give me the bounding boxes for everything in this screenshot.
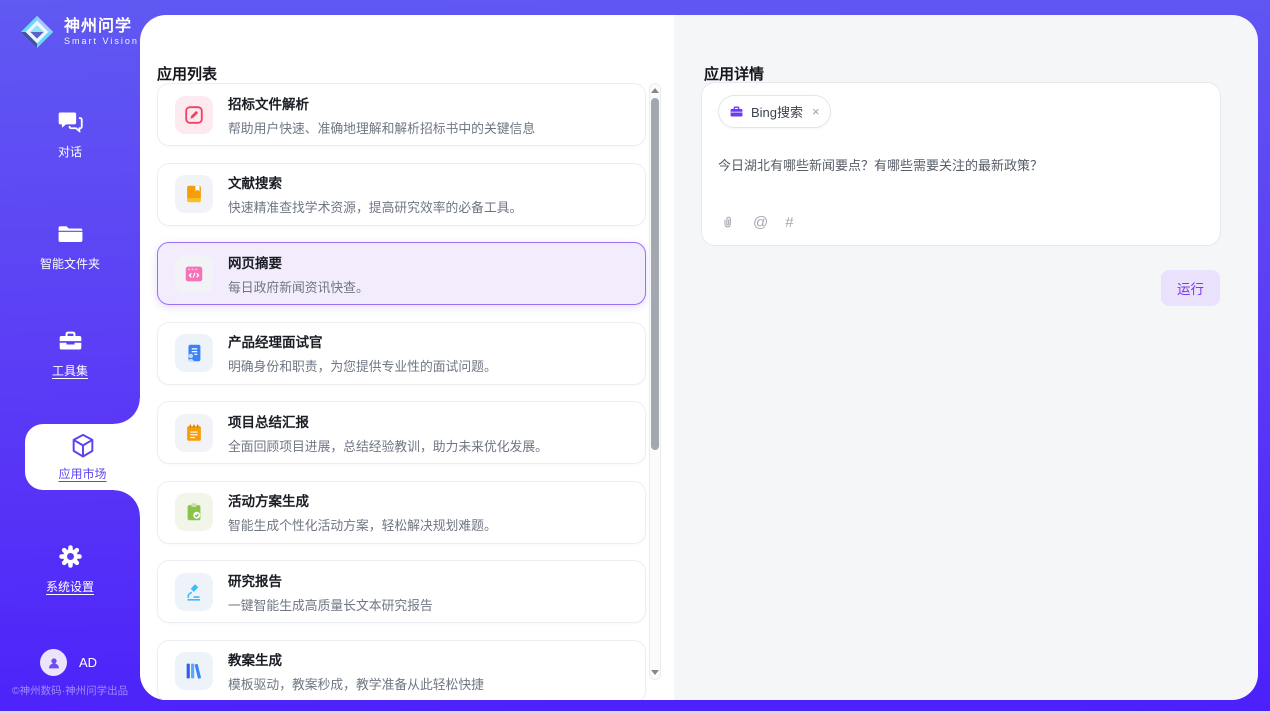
sidebar-item-chat[interactable]: 对话 (0, 108, 140, 160)
brand-logo: 神州问学 Smart Vision (18, 13, 139, 51)
brand-name: 神州问学 (64, 18, 139, 36)
composer-toolbar: @ # (720, 214, 794, 231)
app-card-literature-search[interactable]: 文献搜索 快速精准查找学术资源，提高研究效率的必备工具。 (157, 163, 646, 226)
sidebar-item-label: 工具集 (52, 362, 88, 379)
brand-subtitle: Smart Vision (64, 36, 139, 46)
app-card-desc: 快速精准查找学术资源，提高研究效率的必备工具。 (228, 197, 522, 216)
notepad-icon (175, 414, 213, 452)
app-card-research-report[interactable]: 研究报告 一键智能生成高质量长文本研究报告 (157, 560, 646, 623)
app-card-name: 教案生成 (228, 649, 484, 669)
chip-close-icon[interactable]: × (812, 105, 820, 118)
app-card-bid-analysis[interactable]: 招标文件解析 帮助用户快速、准确地理解和解析招标书中的关键信息 (157, 83, 646, 146)
person-icon (46, 655, 62, 671)
app-card-project-summary[interactable]: 项目总结汇报 全面回顾项目进展，总结经验教训，助力未来优化发展。 (157, 401, 646, 464)
sidebar-item-toolset[interactable]: 工具集 (0, 327, 140, 379)
microscope-icon (175, 573, 213, 611)
resume-icon (175, 334, 213, 372)
chat-icon (57, 108, 84, 135)
sidebar-item-label: 对话 (58, 143, 82, 160)
app-detail-body: Bing搜索 × 今日湖北有哪些新闻要点？有哪些需要关注的最新政策？ @ # 运… (701, 82, 1221, 306)
sidebar-item-label: 智能文件夹 (40, 255, 100, 272)
cube-icon (69, 432, 97, 460)
app-card-name: 研究报告 (228, 570, 433, 590)
scroll-up-icon[interactable] (651, 88, 659, 93)
copyright-text: ©神州数码·神州问学出品 (0, 683, 140, 698)
scroll-down-icon[interactable] (651, 670, 659, 675)
avatar (40, 649, 67, 676)
app-card-pm-interviewer[interactable]: 产品经理面试官 明确身份和职责，为您提供专业性的面试问题。 (157, 322, 646, 385)
app-card-name: 文献搜索 (228, 172, 522, 192)
tool-chip-label: Bing搜索 (751, 102, 803, 121)
user-initials: AD (79, 655, 97, 670)
app-card-desc: 每日政府新闻资讯快查。 (228, 277, 369, 296)
gear-icon (57, 543, 84, 570)
app-card-name: 招标文件解析 (228, 93, 535, 113)
user-account[interactable]: AD (40, 649, 97, 676)
app-card-web-summary[interactable]: 网页摘要 每日政府新闻资讯快查。 (157, 242, 646, 305)
doc-edit-icon (175, 96, 213, 134)
sidebar-item-smart-folder[interactable]: 智能文件夹 (0, 220, 140, 272)
app-card-event-plan[interactable]: 活动方案生成 智能生成个性化活动方案，轻松解决规划难题。 (157, 481, 646, 544)
app-list-title: 应用列表 (157, 63, 217, 84)
app-card-desc: 明确身份和职责，为您提供专业性的面试问题。 (228, 356, 497, 375)
sidebar-item-label: 应用市场 (58, 465, 106, 482)
app-card-desc: 模板驱动，教案秒成，教学准备从此轻松快捷 (228, 674, 484, 693)
app-card-desc: 一键智能生成高质量长文本研究报告 (228, 595, 433, 614)
scrollbar[interactable] (649, 83, 661, 680)
book-icon (175, 175, 213, 213)
briefcase-icon (729, 104, 744, 119)
books-icon (175, 652, 213, 690)
tool-chip-bing[interactable]: Bing搜索 × (718, 95, 831, 128)
brand-logo-icon (18, 13, 56, 51)
app-list-panel: 应用列表 招标文件解析 帮助用户快速、准确地理解和解析招标书中的关键信息 (140, 15, 674, 700)
app-card-name: 项目总结汇报 (228, 411, 548, 431)
sidebar-item-label: 系统设置 (46, 578, 94, 595)
app-card-name: 产品经理面试官 (228, 331, 497, 351)
hash-icon[interactable]: # (785, 215, 793, 230)
app-card-list: 招标文件解析 帮助用户快速、准确地理解和解析招标书中的关键信息 文献搜索 (157, 83, 646, 700)
app-card-desc: 智能生成个性化活动方案，轻松解决规划难题。 (228, 515, 497, 534)
app-card-name: 活动方案生成 (228, 490, 497, 510)
scrollbar-thumb[interactable] (651, 98, 659, 450)
browser-code-icon (175, 255, 213, 293)
toolbox-icon (57, 327, 84, 354)
prompt-input[interactable]: Bing搜索 × 今日湖北有哪些新闻要点？有哪些需要关注的最新政策？ @ # (701, 82, 1221, 246)
sidebar-item-settings[interactable]: 系统设置 (0, 543, 140, 595)
mention-icon[interactable]: @ (753, 215, 768, 230)
main-content: 应用列表 招标文件解析 帮助用户快速、准确地理解和解析招标书中的关键信息 (140, 15, 1258, 700)
app-card-lesson-plan[interactable]: 教案生成 模板驱动，教案秒成，教学准备从此轻松快捷 (157, 640, 646, 701)
paperclip-icon[interactable] (720, 214, 736, 231)
app-card-name: 网页摘要 (228, 252, 369, 272)
sidebar: 神州问学 Smart Vision 对话 智能文件夹 工具 (0, 0, 140, 711)
app-window: 神州问学 Smart Vision 对话 智能文件夹 工具 (0, 0, 1270, 714)
sidebar-item-app-market[interactable]: 应用市场 (25, 424, 140, 490)
folder-icon (57, 220, 84, 247)
app-card-desc: 全面回顾项目进展，总结经验教训，助力未来优化发展。 (228, 436, 548, 455)
clipboard-check-icon (175, 493, 213, 531)
query-text[interactable]: 今日湖北有哪些新闻要点？有哪些需要关注的最新政策？ (718, 155, 1204, 174)
app-detail-panel: 应用详情 Bing搜索 × 今日湖北有哪些新闻要点？有哪些需要关注的最新政策？ (674, 15, 1258, 700)
app-card-desc: 帮助用户快速、准确地理解和解析招标书中的关键信息 (228, 118, 535, 137)
run-button[interactable]: 运行 (1161, 270, 1220, 306)
